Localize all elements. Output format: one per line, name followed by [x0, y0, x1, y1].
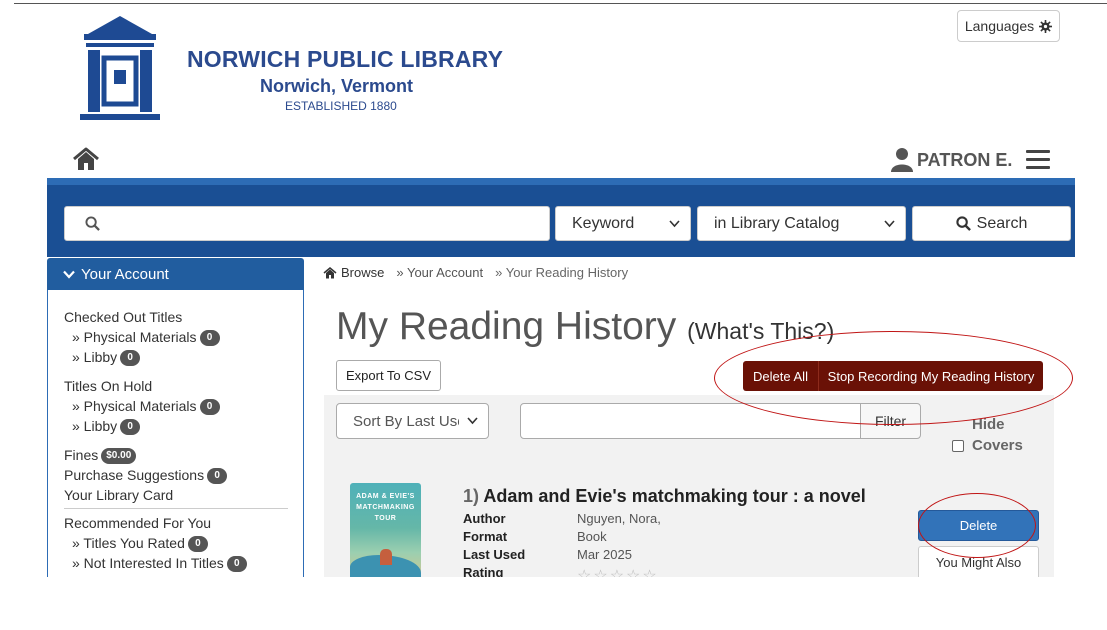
search-type-select[interactable]: Keyword: [555, 206, 691, 241]
hamburger-menu-icon[interactable]: [1026, 150, 1050, 170]
gear-icon: [1039, 19, 1053, 33]
sidebar-divider: [64, 508, 288, 509]
author-value[interactable]: Nguyen, Nora,: [577, 511, 661, 526]
your-account-header[interactable]: Your Account: [47, 258, 304, 290]
sidebar-item-label: » Libby: [72, 418, 118, 434]
count-badge: 0: [120, 419, 141, 436]
chevron-down-icon: [467, 417, 478, 425]
sort-value: Sort By Last Use: [353, 412, 459, 430]
user-icon: [891, 148, 913, 172]
sidebar-item-checked-out[interactable]: Checked Out Titles: [64, 307, 287, 327]
sidebar-item-label: » Libby: [72, 349, 118, 365]
record-number: 1): [463, 486, 480, 506]
breadcrumb-account[interactable]: » Your Account: [396, 265, 483, 280]
hide-covers-toggle[interactable]: Covers: [952, 437, 1023, 454]
sidebar-item-purchase-suggestions[interactable]: Purchase Suggestions 0: [64, 465, 287, 485]
sidebar-item-label: Purchase Suggestions: [64, 467, 205, 483]
book-cover[interactable]: ADAM & EVIE'S MATCHMAKING TOUR: [350, 483, 421, 583]
library-name: NORWICH PUBLIC LIBRARY: [187, 46, 504, 72]
sidebar-item-fines[interactable]: Fines $0.00: [64, 445, 287, 465]
home-icon: [323, 266, 337, 278]
last-used-label: Last Used: [463, 547, 526, 562]
chevron-down-icon: [669, 219, 680, 227]
sidebar-item-on-hold-physical[interactable]: » Physical Materials 0: [64, 396, 287, 416]
search-type-value: Keyword: [572, 214, 635, 232]
breadcrumb-browse[interactable]: Browse: [341, 265, 384, 280]
sidebar-item-on-hold[interactable]: Titles On Hold: [64, 376, 287, 396]
library-established: ESTABLISHED 1880: [285, 99, 397, 113]
count-badge: 0: [199, 399, 220, 416]
languages-button[interactable]: Languages: [957, 10, 1060, 42]
record-title[interactable]: 1) Adam and Evie's matchmaking tour : a …: [463, 486, 866, 507]
sidebar-item-label: » Physical Materials: [72, 329, 197, 345]
sidebar-item-checked-out-libby[interactable]: » Libby 0: [64, 347, 287, 367]
hide-covers-checkbox[interactable]: [952, 439, 964, 452]
page-title-text: My Reading History: [336, 305, 677, 348]
home-icon[interactable]: [72, 147, 100, 171]
patron-menu[interactable]: PATRON E.: [891, 147, 1012, 173]
sidebar-item-titles-rated[interactable]: » Titles You Rated 0: [64, 533, 287, 553]
sidebar-item-label: Fines: [64, 447, 99, 463]
last-used-value: Mar 2025: [577, 547, 632, 562]
count-badge: 0: [199, 330, 220, 347]
search-scope-value: in Library Catalog: [714, 214, 840, 232]
search-scope-select[interactable]: in Library Catalog: [697, 206, 906, 241]
chevron-down-icon: [884, 219, 895, 227]
count-badge: 0: [120, 350, 141, 367]
export-csv-button[interactable]: Export To CSV: [336, 360, 441, 391]
sidebar-item-checked-out-physical[interactable]: » Physical Materials 0: [64, 327, 287, 347]
count-badge: 0: [207, 468, 228, 485]
search-icon: [85, 216, 100, 231]
sidebar-item-recommended[interactable]: Recommended For You: [64, 513, 287, 533]
search-button[interactable]: Search: [912, 206, 1071, 241]
sidebar-item-library-card[interactable]: Your Library Card: [64, 485, 287, 505]
record-title-text[interactable]: Adam and Evie's matchmaking tour : a nov…: [483, 486, 865, 506]
sidebar-item-on-hold-libby[interactable]: » Libby 0: [64, 416, 287, 436]
covers-label: Covers: [972, 437, 1023, 454]
count-badge: 0: [187, 536, 208, 553]
annotation-ellipse: [918, 493, 1036, 558]
languages-label: Languages: [964, 18, 1035, 34]
fines-badge: $0.00: [101, 448, 137, 465]
format-label: Format: [463, 529, 508, 544]
sort-select[interactable]: Sort By Last Use: [336, 403, 489, 439]
search-input[interactable]: [64, 206, 550, 241]
sidebar-item-label: » Not Interested In Titles: [72, 555, 224, 571]
chevron-down-icon: [63, 270, 75, 279]
breadcrumb-current: » Your Reading History: [495, 265, 629, 280]
format-value: Book: [577, 529, 607, 544]
search-button-label: Search: [976, 214, 1028, 232]
count-badge: 0: [226, 556, 247, 573]
annotation-ellipse: [714, 331, 1073, 425]
sidebar-item-not-interested[interactable]: » Not Interested In Titles 0: [64, 553, 287, 573]
sidebar-item-label: » Physical Materials: [72, 398, 197, 414]
search-icon: [956, 216, 971, 231]
breadcrumb: Browse » Your Account » Your Reading His…: [323, 265, 628, 280]
your-account-label: Your Account: [81, 265, 169, 283]
cover-title: ADAM & EVIE'S MATCHMAKING TOUR: [356, 493, 415, 522]
patron-name: PATRON E.: [917, 149, 1013, 170]
page-bottom: [0, 577, 1107, 630]
library-town: Norwich, Vermont: [260, 76, 414, 96]
author-label: Author: [463, 511, 506, 526]
library-logo-icon[interactable]: [80, 16, 160, 122]
top-divider: [14, 3, 1107, 4]
page-title: My Reading History (What's This?): [336, 305, 834, 349]
sidebar-item-label: » Titles You Rated: [72, 535, 185, 551]
